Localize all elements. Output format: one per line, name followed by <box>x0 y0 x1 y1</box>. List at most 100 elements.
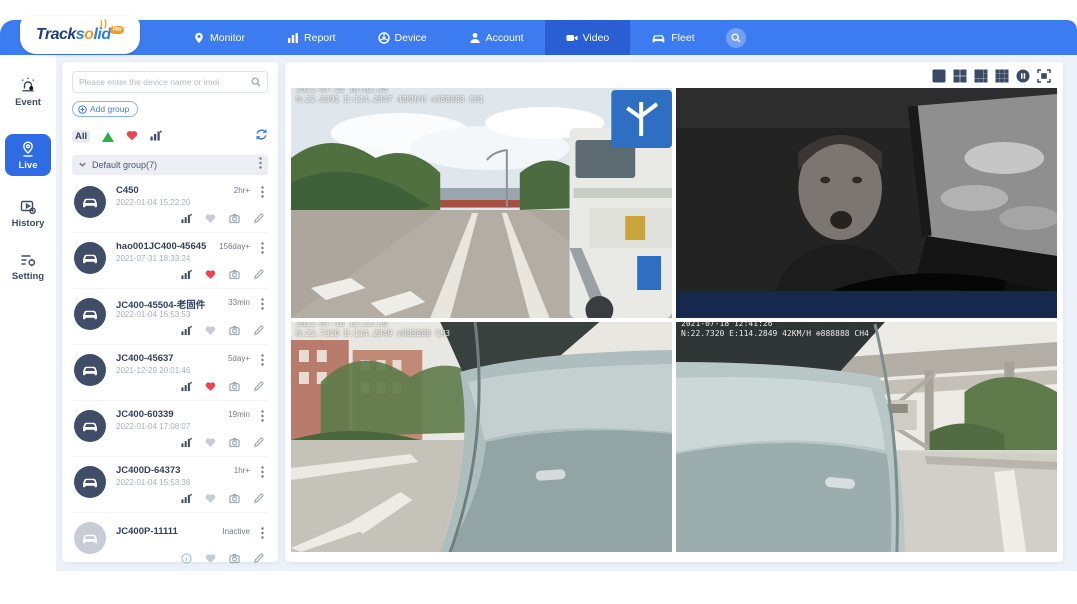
dashcam-road-scene <box>291 88 672 318</box>
device-name[interactable]: JC400D-64373 <box>116 465 180 476</box>
refresh-icon[interactable] <box>255 128 268 146</box>
sidebar-item-setting[interactable]: Setting <box>0 251 56 282</box>
video-feed-ch4[interactable]: 2021-07-18 12:41:26 N:22.7320 E:114.2849… <box>676 322 1057 552</box>
kebab-menu-icon[interactable] <box>261 241 264 259</box>
camera-icon[interactable] <box>229 493 240 504</box>
favorite-icon[interactable] <box>205 213 216 224</box>
video-overlay-text: 2021-07-18 12:41:26 N:22.7320 E:114.2849… <box>681 322 869 339</box>
quad-view-icon[interactable] <box>953 69 967 83</box>
kebab-menu-icon[interactable] <box>261 526 264 544</box>
device-list: C450 2022-01-04 15:22:20 2hr+ hao001JC40… <box>72 177 268 569</box>
kebab-menu-icon[interactable] <box>261 465 264 483</box>
device-last-time: 2022-01-04 17:08:07 <box>116 422 190 431</box>
signal-icon[interactable] <box>181 437 192 448</box>
device-name[interactable]: hao001JC400-45645 <box>116 241 206 252</box>
filter-all[interactable]: All <box>72 130 90 143</box>
kebab-menu-icon[interactable] <box>261 409 264 427</box>
device-list-item[interactable]: JC400D-64373 2022-01-04 15:53:38 1hr+ <box>72 457 268 513</box>
edit-icon[interactable] <box>253 213 264 224</box>
camera-icon[interactable] <box>229 553 240 564</box>
favorite-icon[interactable] <box>205 325 216 336</box>
signal-icon[interactable] <box>181 213 192 224</box>
device-actions <box>181 493 264 504</box>
device-name[interactable]: JC400P-11111 <box>116 526 178 537</box>
group-header[interactable]: Default group(7) <box>72 155 268 175</box>
camera-icon[interactable] <box>229 437 240 448</box>
signal-icon[interactable] <box>181 493 192 504</box>
nav-item-fleet[interactable]: Fleet <box>630 20 715 55</box>
kebab-menu-icon[interactable] <box>261 297 264 315</box>
camera-icon[interactable] <box>229 381 240 392</box>
device-list-item[interactable]: C450 2022-01-04 15:22:20 2hr+ <box>72 177 268 233</box>
car-icon <box>81 196 99 208</box>
filter-favorite-icon[interactable] <box>126 128 138 146</box>
favorite-icon[interactable] <box>205 553 216 564</box>
nav-item-account[interactable]: Account <box>448 20 545 55</box>
signal-icon[interactable] <box>181 269 192 280</box>
info-icon[interactable] <box>181 553 192 564</box>
six-view-icon[interactable] <box>974 69 988 83</box>
device-name[interactable]: JC400-60339 <box>116 409 174 420</box>
edit-icon[interactable] <box>253 437 264 448</box>
favorite-icon[interactable] <box>205 437 216 448</box>
device-list-item[interactable]: JC400-60339 2022-01-04 17:08:07 19min <box>72 401 268 457</box>
nav-item-device[interactable]: Device <box>357 20 448 55</box>
device-search-box <box>72 71 268 93</box>
device-list-item[interactable]: JC400-45637 2021-12-29 20:01:46 5day+ <box>72 345 268 401</box>
favorite-icon[interactable] <box>205 493 216 504</box>
search-icon[interactable] <box>726 28 746 48</box>
device-actions <box>181 381 264 392</box>
device-status: 2hr+ <box>234 186 250 195</box>
nav-item-monitor[interactable]: Monitor <box>172 20 266 55</box>
add-group-button[interactable]: Add group <box>72 101 138 117</box>
favorite-icon[interactable] <box>205 269 216 280</box>
app-window: TracksolidPro Monitor Report Device Acco… <box>0 0 1077 604</box>
camera-icon[interactable] <box>229 325 240 336</box>
edit-icon[interactable] <box>253 493 264 504</box>
kebab-menu-icon[interactable] <box>259 156 262 174</box>
device-last-time: 2021-07-31 18:33:24 <box>116 254 190 263</box>
video-overlay-text: 2021-07-18 12:23:30 N:22.7320 E:114.2849… <box>296 322 450 339</box>
edit-icon[interactable] <box>253 553 264 564</box>
fullscreen-icon[interactable] <box>1037 69 1051 83</box>
brand-logo[interactable]: TracksolidPro <box>20 16 140 54</box>
video-feed-ch2[interactable] <box>676 88 1057 318</box>
edit-icon[interactable] <box>253 381 264 392</box>
car-icon <box>81 420 99 432</box>
device-list-item[interactable]: JC400P-11111 Inactive <box>72 513 268 569</box>
filter-signal-icon[interactable] <box>150 128 162 146</box>
search-icon[interactable] <box>251 77 261 87</box>
filter-online-icon[interactable] <box>102 132 114 142</box>
sidebar-item-live[interactable]: Live <box>5 134 51 176</box>
video-feed-ch1[interactable]: 2021-07-18 18:02:38 N:22.0391 E:114.2847… <box>291 88 672 318</box>
device-list-item[interactable]: JC400-45504-老固件 2022-01-04 16:53:53 33mi… <box>72 289 268 345</box>
sidebar-item-event[interactable]: Event <box>0 77 56 108</box>
video-panel: 2021-07-18 18:02:38 N:22.0391 E:114.2847… <box>285 62 1063 562</box>
device-search-input[interactable] <box>79 77 251 87</box>
single-view-icon[interactable] <box>932 69 946 83</box>
signal-icon[interactable] <box>181 381 192 392</box>
favorite-icon[interactable] <box>205 381 216 392</box>
kebab-menu-icon[interactable] <box>261 353 264 371</box>
camera-icon[interactable] <box>229 269 240 280</box>
kebab-menu-icon[interactable] <box>261 185 264 203</box>
nav-search <box>726 20 746 55</box>
nine-view-icon[interactable] <box>995 69 1009 83</box>
device-name[interactable]: JC400-45637 <box>116 353 174 364</box>
device-name[interactable]: C450 <box>116 185 139 196</box>
video-feed-ch3[interactable]: 2021-07-18 12:23:30 N:22.7320 E:114.2849… <box>291 322 672 552</box>
device-avatar <box>74 242 106 274</box>
signal-icon[interactable] <box>181 325 192 336</box>
nav-item-video[interactable]: Video <box>545 20 631 55</box>
edit-icon[interactable] <box>253 269 264 280</box>
device-actions <box>181 325 264 336</box>
camera-icon[interactable] <box>229 213 240 224</box>
nav-item-report[interactable]: Report <box>266 20 357 55</box>
edit-icon[interactable] <box>253 325 264 336</box>
driver-camera-scene <box>676 88 1057 318</box>
device-last-time: 2022-01-04 15:53:38 <box>116 478 190 487</box>
pause-icon[interactable] <box>1016 69 1030 83</box>
device-name[interactable]: JC400-45504-老固件 <box>116 297 205 311</box>
sidebar-item-history[interactable]: History <box>0 198 56 229</box>
device-list-item[interactable]: hao001JC400-45645 2021-07-31 18:33:24 15… <box>72 233 268 289</box>
